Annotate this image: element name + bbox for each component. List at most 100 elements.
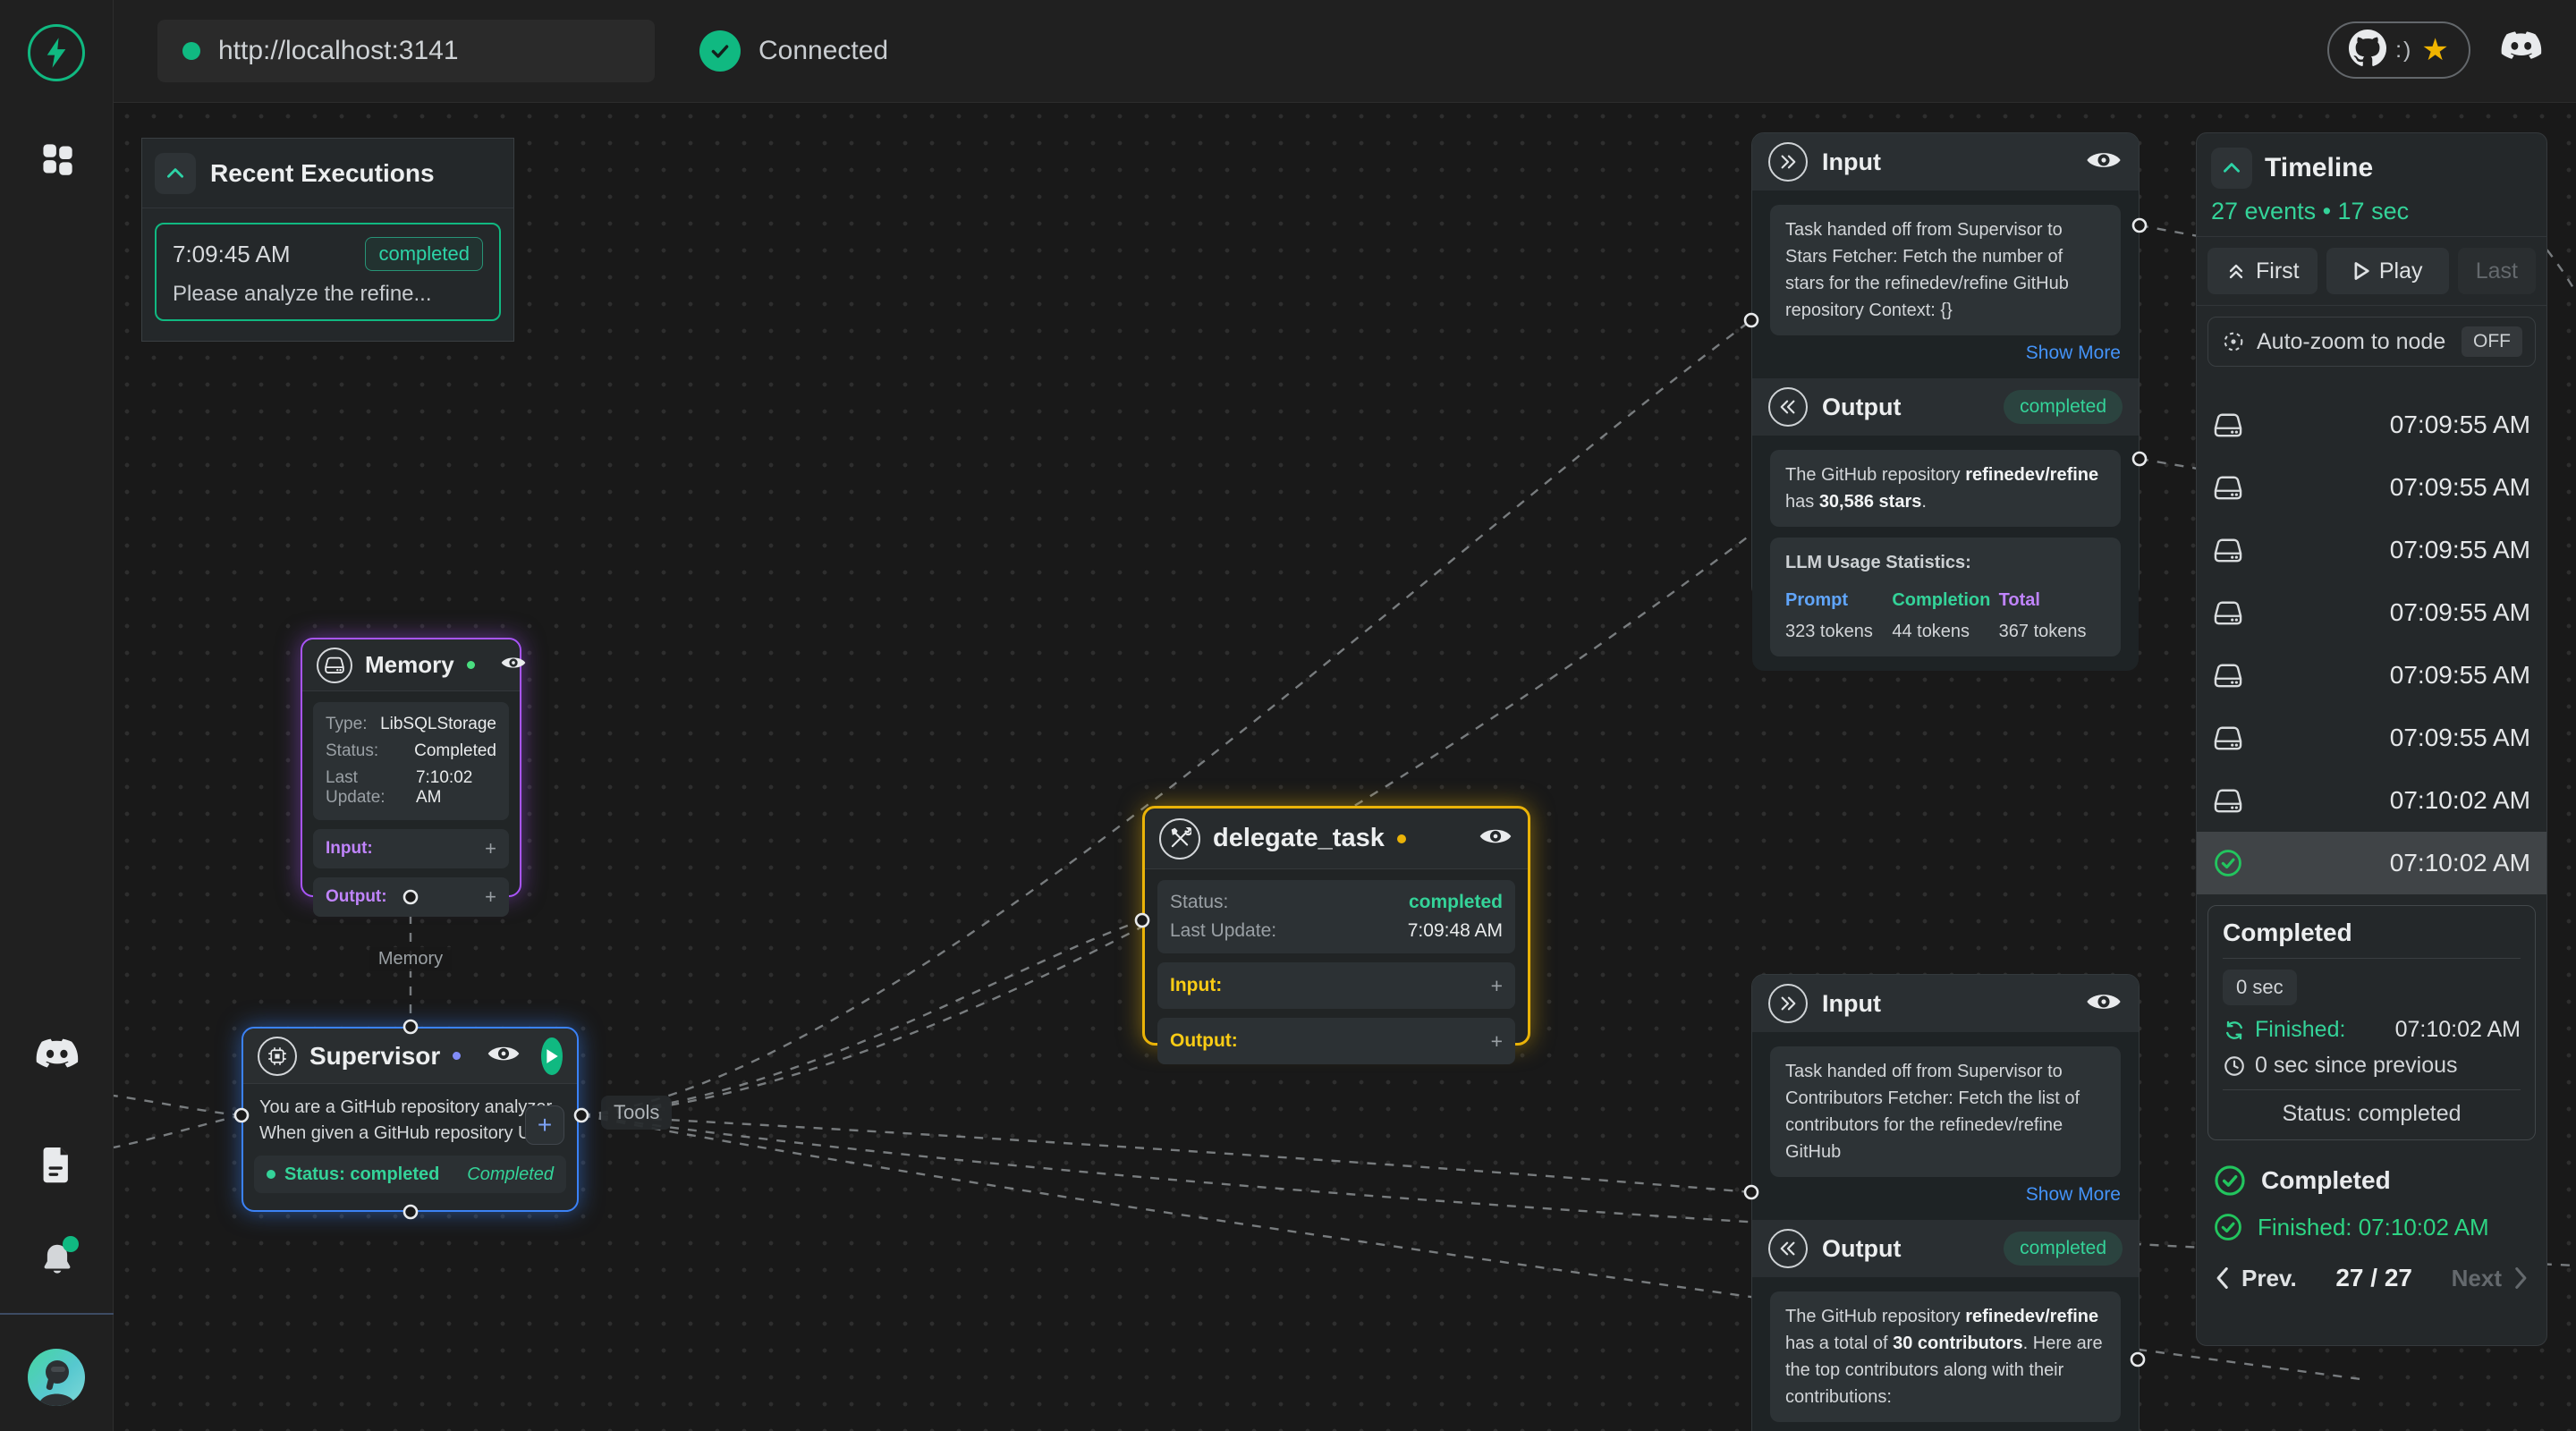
- delegate-input-section[interactable]: Input: +: [1157, 962, 1515, 1009]
- star-icon: ★: [2421, 35, 2448, 65]
- timeline-event-row[interactable]: 07:09:55 AM: [2197, 644, 2546, 707]
- event-time: 07:09:55 AM: [2390, 473, 2530, 502]
- expand-plus-icon[interactable]: +: [1491, 1031, 1503, 1052]
- event-time: 07:09:55 AM: [2390, 411, 2530, 439]
- footer-completed-label: Completed: [2261, 1166, 2391, 1195]
- play-timeline-button[interactable]: Play: [2326, 248, 2449, 294]
- eye-icon[interactable]: [2085, 148, 2123, 177]
- delegate-output-section[interactable]: Output: +: [1157, 1018, 1515, 1064]
- output-title: Output: [1822, 1235, 1901, 1263]
- workflow-canvas[interactable]: Memory Tools Recent Executions 7:09:45 A…: [114, 103, 2576, 1431]
- person-silhouette-icon: [28, 1349, 85, 1406]
- timeline-event-row[interactable]: 07:09:55 AM: [2197, 394, 2546, 456]
- llm-usage-box: LLM Usage Statistics: Prompt 323 tokens …: [1770, 538, 2121, 656]
- discord-link-button[interactable]: [2501, 30, 2542, 69]
- focus-target-icon: [2221, 329, 2246, 354]
- expand-instructions-button[interactable]: +: [525, 1105, 564, 1145]
- auto-zoom-toggle[interactable]: Auto-zoom to node OFF: [2207, 317, 2536, 367]
- double-chevron-right-icon: [1768, 142, 1808, 182]
- play-outline-icon: [2352, 261, 2370, 281]
- memory-node[interactable]: Memory Type:LibSQLStorage Status:Complet…: [301, 638, 521, 897]
- memory-output-section[interactable]: Output: +: [313, 877, 509, 917]
- last-event-button[interactable]: Last: [2458, 248, 2536, 294]
- input-header: Input: [1752, 133, 2139, 191]
- memory-input-label: Input:: [326, 839, 373, 859]
- server-url-box[interactable]: http://localhost:3141: [157, 20, 655, 82]
- eye-icon[interactable]: [486, 1042, 521, 1070]
- show-more-link[interactable]: Show More: [1770, 1184, 2121, 1206]
- output-header: Output completed: [1752, 378, 2139, 436]
- memory-update-value: 7:10:02 AM: [416, 768, 496, 808]
- prev-event-button[interactable]: Prev.: [2213, 1265, 2297, 1292]
- sidebar-item-notifications[interactable]: [0, 1241, 114, 1283]
- timeline-event-list: 07:09:55 AM 07:09:55 AM 07:09:55 AM 07:0…: [2197, 394, 2546, 894]
- timeline-event-row-selected[interactable]: 07:10:02 AM: [2197, 832, 2546, 894]
- memory-input-section[interactable]: Input: +: [313, 829, 509, 868]
- eye-icon[interactable]: [500, 654, 527, 676]
- left-sidebar: [0, 0, 114, 1431]
- github-star-button[interactable]: :) ★: [2327, 21, 2470, 79]
- input-message: Task handed off from Supervisor to Contr…: [1770, 1046, 2121, 1177]
- input-header: Input: [1752, 975, 2139, 1032]
- sidebar-item-dashboard[interactable]: [0, 141, 114, 177]
- memory-node-header: Memory: [302, 639, 520, 691]
- timeline-collapse-button[interactable]: [2211, 148, 2252, 189]
- delegate-update-value: 7:09:48 AM: [1408, 920, 1503, 942]
- delegate-task-tool-node[interactable]: delegate_task Status:completed Last Upda…: [1142, 806, 1530, 1046]
- expand-plus-icon[interactable]: +: [1491, 976, 1503, 996]
- collapse-button[interactable]: [155, 153, 196, 194]
- event-time: 07:09:55 AM: [2390, 724, 2530, 752]
- discord-icon: [36, 1037, 79, 1073]
- eye-icon[interactable]: [2085, 989, 2123, 1019]
- app-logo[interactable]: [28, 24, 85, 81]
- event-time: 07:09:55 AM: [2390, 661, 2530, 690]
- timeline-event-row[interactable]: 07:09:55 AM: [2197, 581, 2546, 644]
- supervisor-instructions-line1: You are a GitHub repository analyzer.: [259, 1095, 561, 1121]
- smiley-text: :): [2395, 38, 2412, 64]
- check-circle-icon: [2213, 1164, 2247, 1198]
- total-label: Total: [1999, 587, 2106, 614]
- server-status-dot-icon: [182, 42, 200, 60]
- github-icon: [2349, 30, 2386, 72]
- footer-finished-text: Finished: 07:10:02 AM: [2258, 1214, 2489, 1241]
- top-bar: http://localhost:3141 Connected :) ★: [0, 0, 2576, 103]
- expand-plus-icon[interactable]: +: [485, 887, 496, 907]
- sidebar-item-docs[interactable]: [0, 1145, 114, 1184]
- output-header: Output completed: [1752, 1220, 2139, 1277]
- refresh-icon: [2223, 1019, 2246, 1042]
- double-chevron-left-icon: [1768, 1229, 1808, 1268]
- edge-label-memory: Memory: [369, 947, 452, 971]
- supervisor-agent-node[interactable]: Supervisor You are a GitHub repository a…: [242, 1027, 579, 1212]
- memory-node-title: Memory: [365, 651, 454, 679]
- status-dot-icon: [267, 1170, 275, 1179]
- event-status-text: Status: completed: [2223, 1101, 2521, 1127]
- event-time: 07:10:02 AM: [2390, 849, 2530, 877]
- execution-time: 7:09:45 AM: [173, 241, 291, 268]
- supervisor-status-value: Completed: [467, 1164, 554, 1185]
- expand-plus-icon[interactable]: +: [485, 839, 496, 859]
- user-avatar[interactable]: [28, 1349, 85, 1406]
- output-status-badge: completed: [2004, 1232, 2123, 1266]
- timeline-event-row[interactable]: 07:09:55 AM: [2197, 707, 2546, 769]
- storage-drive-icon: [2213, 474, 2243, 501]
- first-event-button[interactable]: First: [2207, 248, 2318, 294]
- chevron-up-icon: [2220, 157, 2243, 180]
- show-more-link[interactable]: Show More: [1770, 343, 2121, 364]
- storage-drive-icon: [317, 648, 352, 683]
- sidebar-item-discord[interactable]: [0, 1037, 114, 1073]
- stars-fetcher-io-panel: Input Task handed off from Supervisor to…: [1751, 132, 2140, 599]
- memory-status-label: Status:: [326, 741, 378, 761]
- timeline-event-row[interactable]: 07:09:55 AM: [2197, 519, 2546, 581]
- eye-icon[interactable]: [1478, 825, 1513, 852]
- output-body: The GitHub repository refinedev/refine h…: [1752, 436, 2139, 671]
- run-agent-button[interactable]: [541, 1037, 563, 1075]
- next-event-button[interactable]: Next: [2452, 1265, 2530, 1292]
- last-button-label: Last: [2476, 258, 2518, 284]
- timeline-event-row[interactable]: 07:09:55 AM: [2197, 456, 2546, 519]
- double-chevron-left-icon: [1768, 387, 1808, 427]
- cpu-chip-icon: [258, 1037, 297, 1076]
- storage-drive-icon: [2213, 662, 2243, 689]
- timeline-event-row[interactable]: 07:10:02 AM: [2197, 769, 2546, 832]
- memory-active-dot-icon: [467, 661, 475, 669]
- execution-card[interactable]: 7:09:45 AM completed Please analyze the …: [155, 223, 501, 321]
